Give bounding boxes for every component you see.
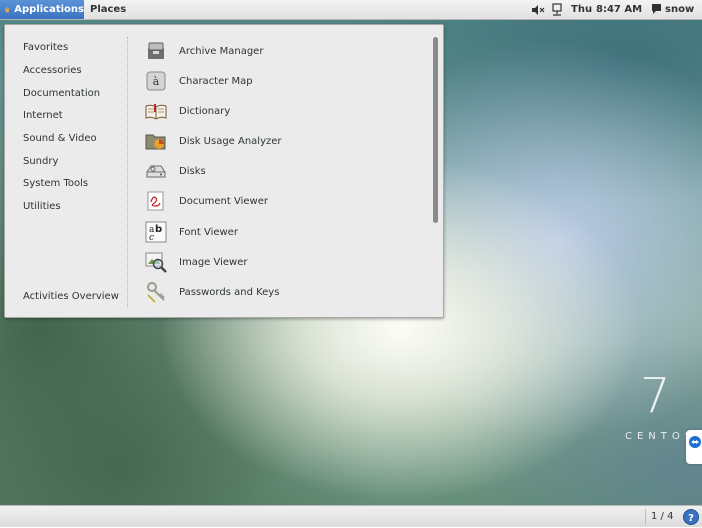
app-disk-usage-analyzer[interactable]: Disk Usage Analyzer [145,128,282,154]
app-character-map[interactable]: à Character Map [145,68,253,94]
bottom-panel: 1 / 4 ? [0,505,702,527]
scrollbar-thumb[interactable] [433,37,438,223]
clock-day[interactable]: Thu [571,0,592,19]
svg-text:c: c [149,233,154,243]
category-utilities[interactable]: Utilities [23,200,61,213]
svg-text:b: b [155,224,162,235]
apps-scrollbar[interactable] [432,35,440,311]
category-internet[interactable]: Internet [23,109,63,122]
font-viewer-icon: a b c [145,221,167,243]
character-map-icon: à [145,70,167,92]
teamviewer-side-tab[interactable] [686,430,702,464]
app-disks[interactable]: Disks [145,158,206,184]
clock-time[interactable]: 8:47 AM [596,0,642,19]
image-viewer-icon [145,251,167,273]
network-wired-icon[interactable] [551,3,563,17]
applications-label: Applications [14,4,84,15]
app-label: Disks [179,165,206,177]
disk-usage-analyzer-icon [145,130,167,152]
app-label: Font Viewer [179,226,238,238]
passwords-keys-icon [145,281,167,303]
document-viewer-icon [145,190,167,212]
menu-divider [127,37,128,307]
workspace-separator [645,509,646,525]
top-panel: Applications Places Thu 8:47 AM snow [0,0,702,20]
user-menu[interactable]: snow [665,0,694,19]
app-label: Passwords and Keys [179,286,280,298]
category-system-tools[interactable]: System Tools [23,177,88,190]
applications-menu-popup: Favorites Accessories Documentation Inte… [4,24,444,318]
category-documentation[interactable]: Documentation [23,87,100,100]
app-font-viewer[interactable]: a b c Font Viewer [145,219,238,245]
app-image-viewer[interactable]: Image Viewer [145,249,248,275]
chat-status-icon[interactable] [651,3,662,17]
app-document-viewer[interactable]: Document Viewer [145,188,268,214]
app-label: Document Viewer [179,195,268,207]
category-accessories[interactable]: Accessories [23,64,82,77]
app-passwords-and-keys[interactable]: Passwords and Keys [145,279,279,305]
app-label: Image Viewer [179,256,248,268]
svg-text:à: à [153,75,160,88]
app-label: Dictionary [179,105,231,117]
activities-overview-link[interactable]: Activities Overview [23,290,119,303]
dictionary-icon [145,100,167,122]
svg-text:?: ? [688,513,694,524]
applications-menu-button[interactable]: Applications [0,0,84,19]
places-menu-button[interactable]: Places [90,0,126,19]
teamviewer-icon [689,436,701,448]
volume-icon[interactable] [531,3,545,17]
centos-watermark-seven: 7 [640,368,671,424]
foot-logo-icon [4,6,10,12]
app-archive-manager[interactable]: Archive Manager [145,38,263,64]
category-sound-video[interactable]: Sound & Video [23,132,97,145]
category-favorites[interactable]: Favorites [23,41,68,54]
category-sundry[interactable]: Sundry [23,155,58,168]
app-dictionary[interactable]: Dictionary [145,98,230,124]
app-label: Disk Usage Analyzer [179,135,282,147]
app-label: Archive Manager [179,45,264,57]
disks-icon [145,160,167,182]
notification-help-icon[interactable]: ? [683,509,699,525]
archive-manager-icon [145,40,167,62]
workspace-indicator[interactable]: 1 / 4 [651,506,673,527]
app-label: Character Map [179,75,253,87]
